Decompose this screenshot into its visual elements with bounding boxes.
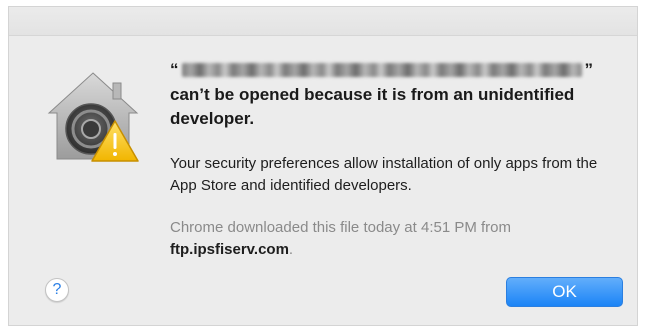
filename-open-quote: “ <box>170 60 179 79</box>
redacted-filename <box>181 63 582 77</box>
gatekeeper-warning-icon <box>47 72 139 162</box>
dialog-heading: can’t be opened because it is from an un… <box>170 85 575 128</box>
dialog-body-text: Your security preferences allow installa… <box>170 155 598 194</box>
download-source-host: ftp.ipsfiserv.com <box>170 241 289 258</box>
ok-button[interactable]: OK <box>506 277 623 307</box>
filename-line: “ ” <box>170 59 593 81</box>
download-source-prefix: Chrome downloaded this file today at 4:5… <box>170 219 512 236</box>
help-button[interactable]: ? <box>45 278 69 302</box>
download-source-suffix: . <box>288 241 294 258</box>
dialog-titlebar <box>9 7 637 36</box>
security-alert-dialog: “ ” can’t be opened because it is from a… <box>8 6 638 326</box>
download-source-text: Chrome downloaded this file today at 4:5… <box>170 217 610 261</box>
filename-close-quote: ” <box>584 60 594 79</box>
